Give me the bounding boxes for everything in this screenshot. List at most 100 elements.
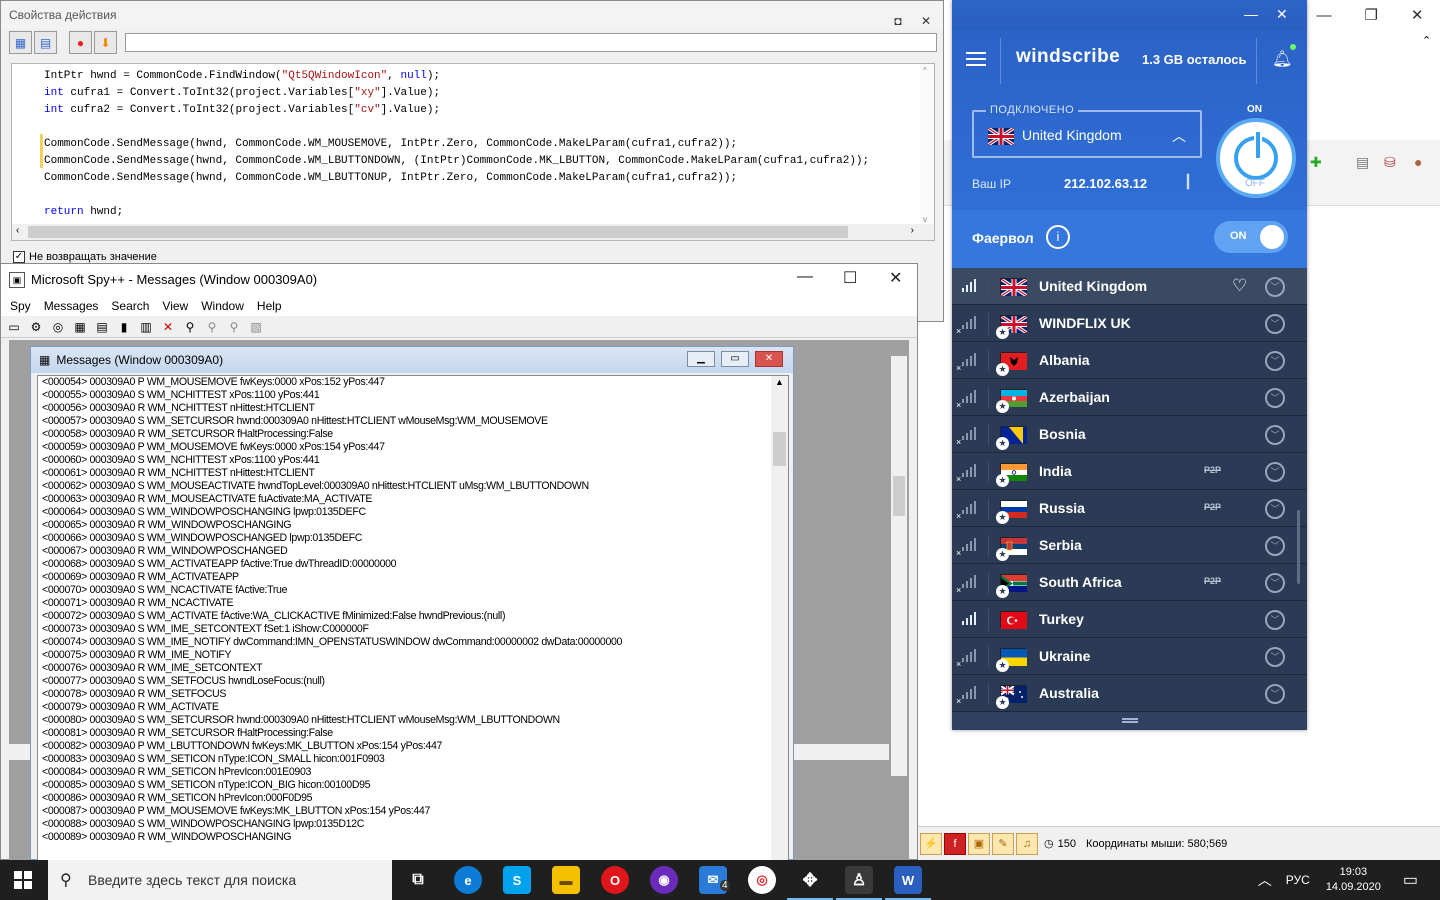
minimize-icon[interactable]: — bbox=[1316, 7, 1331, 24]
minimize-icon[interactable]: — bbox=[797, 268, 813, 286]
processes-icon[interactable]: ⚙ bbox=[27, 320, 45, 334]
find-next-icon[interactable]: ⚲ bbox=[203, 320, 221, 334]
no-return-checkbox-row[interactable]: ✓ Не возвращать значение bbox=[13, 251, 157, 263]
code-horizontal-scrollbar[interactable]: ‹ › bbox=[12, 224, 934, 240]
scroll-thumb[interactable] bbox=[28, 226, 848, 238]
location-selector[interactable]: United Kingdom ︿ bbox=[972, 110, 1202, 158]
log-line[interactable]: <000058> 000309A0 R WM_SETCURSOR fHaltPr… bbox=[38, 428, 788, 441]
chevron-down-icon[interactable]: ﹀ bbox=[1265, 647, 1285, 667]
scroll-left-icon[interactable]: ‹ bbox=[16, 225, 19, 236]
threads-icon[interactable]: ◎ bbox=[49, 320, 67, 334]
log-line[interactable]: <000055> 000309A0 S WM_NCHITTEST xPos:11… bbox=[38, 389, 788, 402]
log-line[interactable]: <000083> 000309A0 S WM_SETICON nType:ICO… bbox=[38, 753, 788, 766]
log-line[interactable]: <000060> 000309A0 S WM_NCHITTEST xPos:11… bbox=[38, 454, 788, 467]
mdi-vertical-scrollbar[interactable] bbox=[891, 356, 907, 776]
log-line[interactable]: <000071> 000309A0 R WM_NCACTIVATE bbox=[38, 597, 788, 610]
props-input-field[interactable] bbox=[125, 33, 937, 52]
menu-icon[interactable] bbox=[966, 52, 986, 66]
log-line[interactable]: <000087> 000309A0 P WM_MOUSEMOVE fwKeys:… bbox=[38, 805, 788, 818]
chevron-down-icon[interactable]: ﹀ bbox=[1265, 610, 1285, 630]
chevron-down-icon[interactable]: ﹀ bbox=[1265, 277, 1285, 297]
chevron-down-icon[interactable]: ﹀ bbox=[1265, 388, 1285, 408]
tray-chevron-icon[interactable]: ︿ bbox=[1258, 870, 1272, 890]
log-line[interactable]: <000054> 000309A0 P WM_MOUSEMOVE fwKeys:… bbox=[38, 376, 788, 389]
log-line[interactable]: <000079> 000309A0 R WM_ACTIVATE bbox=[38, 701, 788, 714]
spy-taskbar-icon[interactable]: ♙ bbox=[836, 866, 882, 900]
log-line[interactable]: <000072> 000309A0 S WM_ACTIVATE fActive:… bbox=[38, 610, 788, 623]
scroll-thumb[interactable] bbox=[773, 432, 786, 466]
properties-icon[interactable]: ▧ bbox=[247, 320, 265, 334]
no-return-checkbox[interactable]: ✓ bbox=[13, 251, 25, 263]
close-icon[interactable]: ✕ bbox=[1276, 6, 1288, 23]
location-row[interactable]: × ★ Serbia ﹀ bbox=[952, 527, 1307, 564]
monitor-icon[interactable]: ▣ bbox=[968, 832, 990, 855]
chevron-down-icon[interactable]: ﹀ bbox=[1265, 684, 1285, 704]
windows-start-icon[interactable] bbox=[14, 871, 33, 890]
log-line[interactable]: <000064> 000309A0 S WM_WINDOWPOSCHANGING… bbox=[38, 506, 788, 519]
minimize-icon[interactable]: ▁ bbox=[687, 351, 715, 367]
log-line[interactable]: <000089> 000309A0 R WM_WINDOWPOSCHANGING bbox=[38, 831, 788, 844]
edit-view-icon[interactable]: ▤ bbox=[34, 31, 57, 54]
message-log[interactable]: <000054> 000309A0 P WM_MOUSEMOVE fwKeys:… bbox=[37, 375, 789, 861]
file-explorer-icon[interactable]: ▬ bbox=[552, 866, 580, 894]
find-prev-icon[interactable]: ⚲ bbox=[225, 320, 243, 334]
log-line[interactable]: <000062> 000309A0 S WM_MOUSEACTIVATE hwn… bbox=[38, 480, 788, 493]
location-row[interactable]: × ★ Ukraine ﹀ bbox=[952, 638, 1307, 675]
log-line[interactable]: <000066> 000309A0 S WM_WINDOWPOSCHANGED … bbox=[38, 532, 788, 545]
maximize-icon[interactable]: ▭ bbox=[721, 351, 749, 367]
menu-item-spy[interactable]: Spy bbox=[3, 295, 37, 316]
windows-icon[interactable]: ▭ bbox=[5, 320, 23, 334]
location-row[interactable]: × ★ South Africa P2P ﹀ bbox=[952, 564, 1307, 601]
code-vertical-scrollbar[interactable]: ^ v bbox=[920, 64, 934, 226]
favorite-heart-icon[interactable]: ♡ bbox=[1232, 276, 1247, 296]
location-row[interactable]: × ★ Australia ﹀ bbox=[952, 675, 1307, 712]
log-line[interactable]: <000070> 000309A0 S WM_NCACTIVATE fActiv… bbox=[38, 584, 788, 597]
notifications-icon[interactable]: ▭ bbox=[1403, 870, 1418, 890]
close-icon[interactable]: ✕ bbox=[889, 268, 902, 288]
menu-item-view[interactable]: View bbox=[155, 295, 194, 316]
chevron-down-icon[interactable]: ﹀ bbox=[1265, 351, 1285, 371]
tor-icon[interactable]: ◉ bbox=[650, 866, 678, 894]
add-icon[interactable]: ✚ bbox=[1310, 154, 1322, 171]
log-line[interactable]: <000076> 000309A0 R WM_IME_SETCONTEXT bbox=[38, 662, 788, 675]
log-line[interactable]: <000073> 000309A0 S WM_IME_SETCONTEXT fS… bbox=[38, 623, 788, 636]
log-line[interactable]: <000067> 000309A0 R WM_WINDOWPOSCHANGED bbox=[38, 545, 788, 558]
firewall-toggle[interactable]: ON bbox=[1214, 221, 1288, 253]
location-row[interactable]: United Kingdom ♡ ﹀ bbox=[952, 268, 1307, 305]
opera-icon[interactable]: O bbox=[601, 866, 629, 894]
scroll-down-icon[interactable]: v bbox=[923, 215, 927, 224]
pen-icon[interactable]: ✎ bbox=[992, 832, 1014, 855]
log-line[interactable]: <000088> 000309A0 S WM_WINDOWPOSCHANGING… bbox=[38, 818, 788, 831]
flash-icon[interactable]: f bbox=[944, 832, 966, 855]
clock[interactable]: 19:03 14.09.2020 bbox=[1326, 865, 1381, 895]
log-line[interactable]: <000063> 000309A0 R WM_MOUSEACTIVATE fuA… bbox=[38, 493, 788, 506]
log-line[interactable]: <000056> 000309A0 R WM_NCHITTEST nHittes… bbox=[38, 402, 788, 415]
log-line[interactable]: <000086> 000309A0 R WM_SETICON hPrevIcon… bbox=[38, 792, 788, 805]
minimize-icon[interactable]: — bbox=[1244, 6, 1258, 22]
scroll-right-icon[interactable]: › bbox=[911, 225, 914, 236]
start-logging-icon[interactable]: ▮ bbox=[115, 320, 133, 334]
log-line[interactable]: <000084> 000309A0 R WM_SETICON hPrevIcon… bbox=[38, 766, 788, 779]
chevron-down-icon[interactable]: ﹀ bbox=[1265, 462, 1285, 482]
chrome-icon[interactable]: ◎ bbox=[748, 866, 776, 894]
chevron-down-icon[interactable]: ﹀ bbox=[1265, 499, 1285, 519]
database-icon[interactable]: ⛁ bbox=[1384, 154, 1396, 171]
chevron-down-icon[interactable]: ﹀ bbox=[1265, 314, 1285, 334]
log-line[interactable]: <000069> 000309A0 R WM_ACTIVATEAPP bbox=[38, 571, 788, 584]
log-line[interactable]: <000082> 000309A0 P WM_LBUTTONDOWN fwKey… bbox=[38, 740, 788, 753]
restore-icon[interactable]: ❐ bbox=[1364, 6, 1377, 24]
code-editor[interactable]: IntPtr hwnd = CommonCode.FindWindow("Qt5… bbox=[11, 63, 935, 241]
log-line[interactable]: <000068> 000309A0 S WM_ACTIVATEAPP fActi… bbox=[38, 558, 788, 571]
log-line[interactable]: <000081> 000309A0 R WM_SETCURSOR fHaltPr… bbox=[38, 727, 788, 740]
close-icon[interactable]: ✕ bbox=[1411, 6, 1424, 24]
log-line[interactable]: <000061> 000309A0 R WM_NCHITTEST nHittes… bbox=[38, 467, 788, 480]
chevron-up-icon[interactable]: ⌃ bbox=[1422, 34, 1431, 47]
location-row[interactable]: × ★ WINDFLIX UK ﹀ bbox=[952, 305, 1307, 342]
log-line[interactable]: <000078> 000309A0 R WM_SETFOCUS bbox=[38, 688, 788, 701]
table-view-icon[interactable]: ▦ bbox=[9, 31, 32, 54]
document-icon[interactable]: ▤ bbox=[1356, 154, 1369, 171]
location-row[interactable]: × ★ Bosnia ﹀ bbox=[952, 416, 1307, 453]
cookie-icon[interactable]: ● bbox=[1414, 154, 1422, 170]
location-list-scrollbar[interactable] bbox=[1297, 510, 1300, 584]
message-options-icon[interactable]: ▥ bbox=[137, 320, 155, 334]
